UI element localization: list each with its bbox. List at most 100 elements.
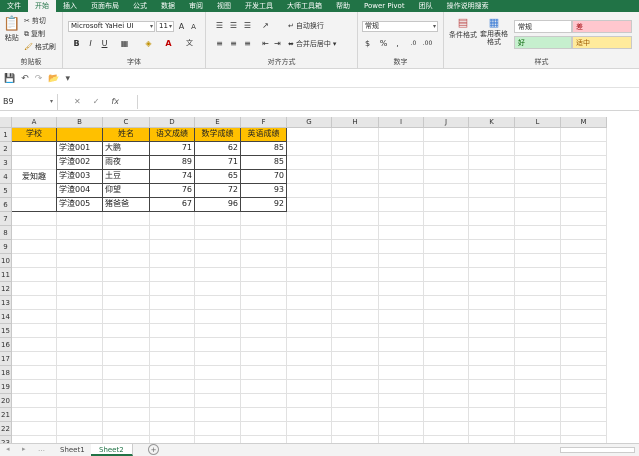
column-header-B[interactable]: B — [57, 117, 103, 128]
menu-item-8[interactable]: 开发工具 — [238, 0, 280, 12]
cell[interactable] — [287, 422, 332, 436]
cell[interactable] — [424, 366, 469, 380]
cell[interactable] — [241, 338, 287, 352]
cell[interactable] — [515, 366, 561, 380]
cell[interactable] — [12, 268, 57, 282]
scroll-right-icon[interactable]: ▸ — [22, 445, 26, 453]
cell[interactable] — [561, 338, 607, 352]
cell[interactable] — [424, 352, 469, 366]
cell[interactable] — [150, 296, 195, 310]
cell[interactable] — [12, 212, 57, 226]
cell[interactable] — [379, 128, 424, 142]
cell[interactable] — [103, 436, 150, 443]
cell[interactable] — [561, 212, 607, 226]
cell[interactable] — [287, 296, 332, 310]
bold-button[interactable]: B — [71, 38, 82, 49]
row-header-7[interactable]: 7 — [0, 212, 12, 226]
row-header-23[interactable]: 23 — [0, 436, 12, 443]
cell[interactable] — [195, 352, 241, 366]
cell[interactable] — [561, 296, 607, 310]
cell[interactable] — [150, 422, 195, 436]
cell[interactable] — [287, 408, 332, 422]
data-cell-D6[interactable]: 67 — [150, 198, 195, 212]
cell[interactable] — [287, 128, 332, 142]
italic-button[interactable]: I — [85, 38, 96, 49]
align-top-icon[interactable]: ☰ — [214, 20, 225, 31]
cell[interactable] — [103, 212, 150, 226]
cell[interactable] — [332, 170, 379, 184]
column-header-J[interactable]: J — [424, 117, 469, 128]
horizontal-scrollbar[interactable] — [560, 447, 635, 453]
cell[interactable] — [561, 170, 607, 184]
cell[interactable] — [561, 394, 607, 408]
row-header-11[interactable]: 11 — [0, 268, 12, 282]
cell[interactable] — [57, 352, 103, 366]
cell[interactable] — [12, 436, 57, 443]
copy-button[interactable]: ⧉ 复制 — [24, 29, 45, 39]
cell[interactable] — [379, 268, 424, 282]
cell[interactable] — [469, 436, 515, 443]
data-cell-E6[interactable]: 96 — [195, 198, 241, 212]
column-header-A[interactable]: A — [12, 117, 57, 128]
cell[interactable] — [379, 310, 424, 324]
data-cell-D5[interactable]: 76 — [150, 184, 195, 198]
data-cell-B4[interactable]: 学渣003 — [57, 170, 103, 184]
cell[interactable] — [379, 254, 424, 268]
cell[interactable] — [287, 226, 332, 240]
font-color-icon[interactable]: A — [163, 38, 174, 49]
row-header-20[interactable]: 20 — [0, 394, 12, 408]
cell[interactable] — [195, 212, 241, 226]
cell[interactable] — [515, 268, 561, 282]
cell[interactable] — [332, 352, 379, 366]
cell[interactable] — [561, 142, 607, 156]
cell[interactable] — [150, 254, 195, 268]
comma-button[interactable]: , — [392, 38, 403, 49]
cell[interactable] — [561, 408, 607, 422]
cell[interactable] — [57, 394, 103, 408]
cell[interactable] — [379, 226, 424, 240]
cell[interactable] — [57, 338, 103, 352]
cell[interactable] — [57, 240, 103, 254]
cell[interactable] — [150, 338, 195, 352]
grow-font-button[interactable]: A — [176, 21, 187, 32]
cell[interactable] — [379, 366, 424, 380]
cell[interactable] — [12, 422, 57, 436]
align-left-icon[interactable]: ≡ — [214, 38, 225, 49]
enter-icon[interactable]: ✓ — [93, 94, 100, 110]
cell[interactable] — [379, 142, 424, 156]
cell[interactable] — [379, 324, 424, 338]
cell[interactable] — [287, 170, 332, 184]
cell[interactable] — [332, 282, 379, 296]
column-header-D[interactable]: D — [150, 117, 195, 128]
cell[interactable] — [469, 170, 515, 184]
cell[interactable] — [469, 352, 515, 366]
cell[interactable] — [515, 352, 561, 366]
data-cell-F6[interactable]: 92 — [241, 198, 287, 212]
data-cell-E5[interactable]: 72 — [195, 184, 241, 198]
cell[interactable] — [515, 282, 561, 296]
cell[interactable] — [379, 436, 424, 443]
cell[interactable] — [103, 366, 150, 380]
cell[interactable] — [469, 324, 515, 338]
data-cell-C2[interactable]: 大鹏 — [103, 142, 150, 156]
cell[interactable] — [332, 254, 379, 268]
menu-item-7[interactable]: 视图 — [210, 0, 238, 12]
row-header-1[interactable]: 1 — [0, 128, 12, 142]
cell[interactable] — [515, 324, 561, 338]
cell[interactable] — [515, 142, 561, 156]
cell[interactable] — [561, 352, 607, 366]
cell[interactable] — [424, 268, 469, 282]
data-cell-E2[interactable]: 62 — [195, 142, 241, 156]
cell[interactable] — [103, 408, 150, 422]
column-header-K[interactable]: K — [469, 117, 515, 128]
cell[interactable] — [57, 408, 103, 422]
row-header-16[interactable]: 16 — [0, 338, 12, 352]
cell[interactable] — [195, 436, 241, 443]
cell[interactable] — [195, 380, 241, 394]
cell[interactable] — [332, 240, 379, 254]
cell[interactable] — [103, 268, 150, 282]
cell[interactable] — [150, 268, 195, 282]
cell[interactable] — [241, 268, 287, 282]
cell[interactable] — [561, 128, 607, 142]
header-cell-C[interactable]: 姓名 — [103, 128, 150, 142]
